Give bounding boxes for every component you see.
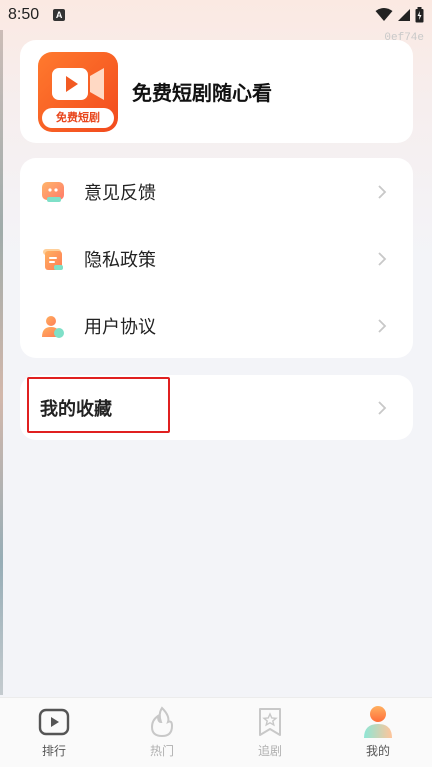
menu-item-label: 隐私政策 — [84, 249, 156, 271]
tab-ranking[interactable]: 排行 — [0, 698, 108, 767]
tab-hot[interactable]: 热门 — [108, 698, 216, 767]
app-logo: 免费短剧 — [38, 51, 118, 132]
left-edge-strip — [0, 30, 3, 695]
settings-menu-card: 意见反馈 隐私政策 用户协议 — [20, 158, 413, 358]
app-name: 免费短剧随心看 — [132, 81, 272, 105]
chevron-right-icon — [378, 184, 387, 199]
logo-badge: 免费短剧 — [42, 107, 114, 128]
tab-label: 热门 — [149, 744, 174, 758]
profile-icon — [362, 706, 394, 738]
notification-a-icon: A — [53, 9, 66, 21]
tab-label: 我的 — [365, 744, 390, 758]
bottom-tab-bar: 排行 热门 追剧 我的 — [0, 697, 432, 767]
chevron-right-icon — [378, 400, 387, 415]
favorites-card: 我的收藏 — [20, 375, 413, 440]
battery-icon — [415, 7, 424, 23]
video-camera-icon — [52, 67, 104, 100]
chevron-right-icon — [378, 251, 387, 266]
feedback-icon — [40, 179, 66, 205]
menu-item-user-agreement[interactable]: 用户协议 — [20, 292, 413, 359]
bookmark-star-icon — [254, 706, 286, 738]
user-agreement-icon — [40, 313, 66, 339]
tab-following[interactable]: 追剧 — [216, 698, 324, 767]
flame-icon — [146, 706, 178, 738]
play-ranking-icon — [38, 706, 70, 738]
menu-item-feedback[interactable]: 意见反馈 — [20, 158, 413, 225]
tab-label: 排行 — [41, 744, 66, 758]
status-icons — [375, 7, 424, 23]
tab-mine[interactable]: 我的 — [324, 698, 432, 767]
favorites-label: 我的收藏 — [40, 398, 112, 420]
app-header-card: 免费短剧 免费短剧随心看 — [20, 40, 413, 143]
tab-label: 追剧 — [257, 744, 282, 758]
menu-item-favorites[interactable]: 我的收藏 — [20, 375, 413, 440]
status-bar: 8:50 A — [0, 0, 432, 30]
menu-item-label: 意见反馈 — [84, 182, 156, 204]
cellular-signal-icon — [398, 9, 410, 21]
status-time: 8:50 — [8, 6, 40, 23]
menu-item-privacy-policy[interactable]: 隐私政策 — [20, 225, 413, 292]
menu-item-label: 用户协议 — [84, 316, 156, 338]
wifi-icon — [375, 8, 393, 21]
chevron-right-icon — [378, 318, 387, 333]
privacy-policy-icon — [40, 246, 66, 272]
